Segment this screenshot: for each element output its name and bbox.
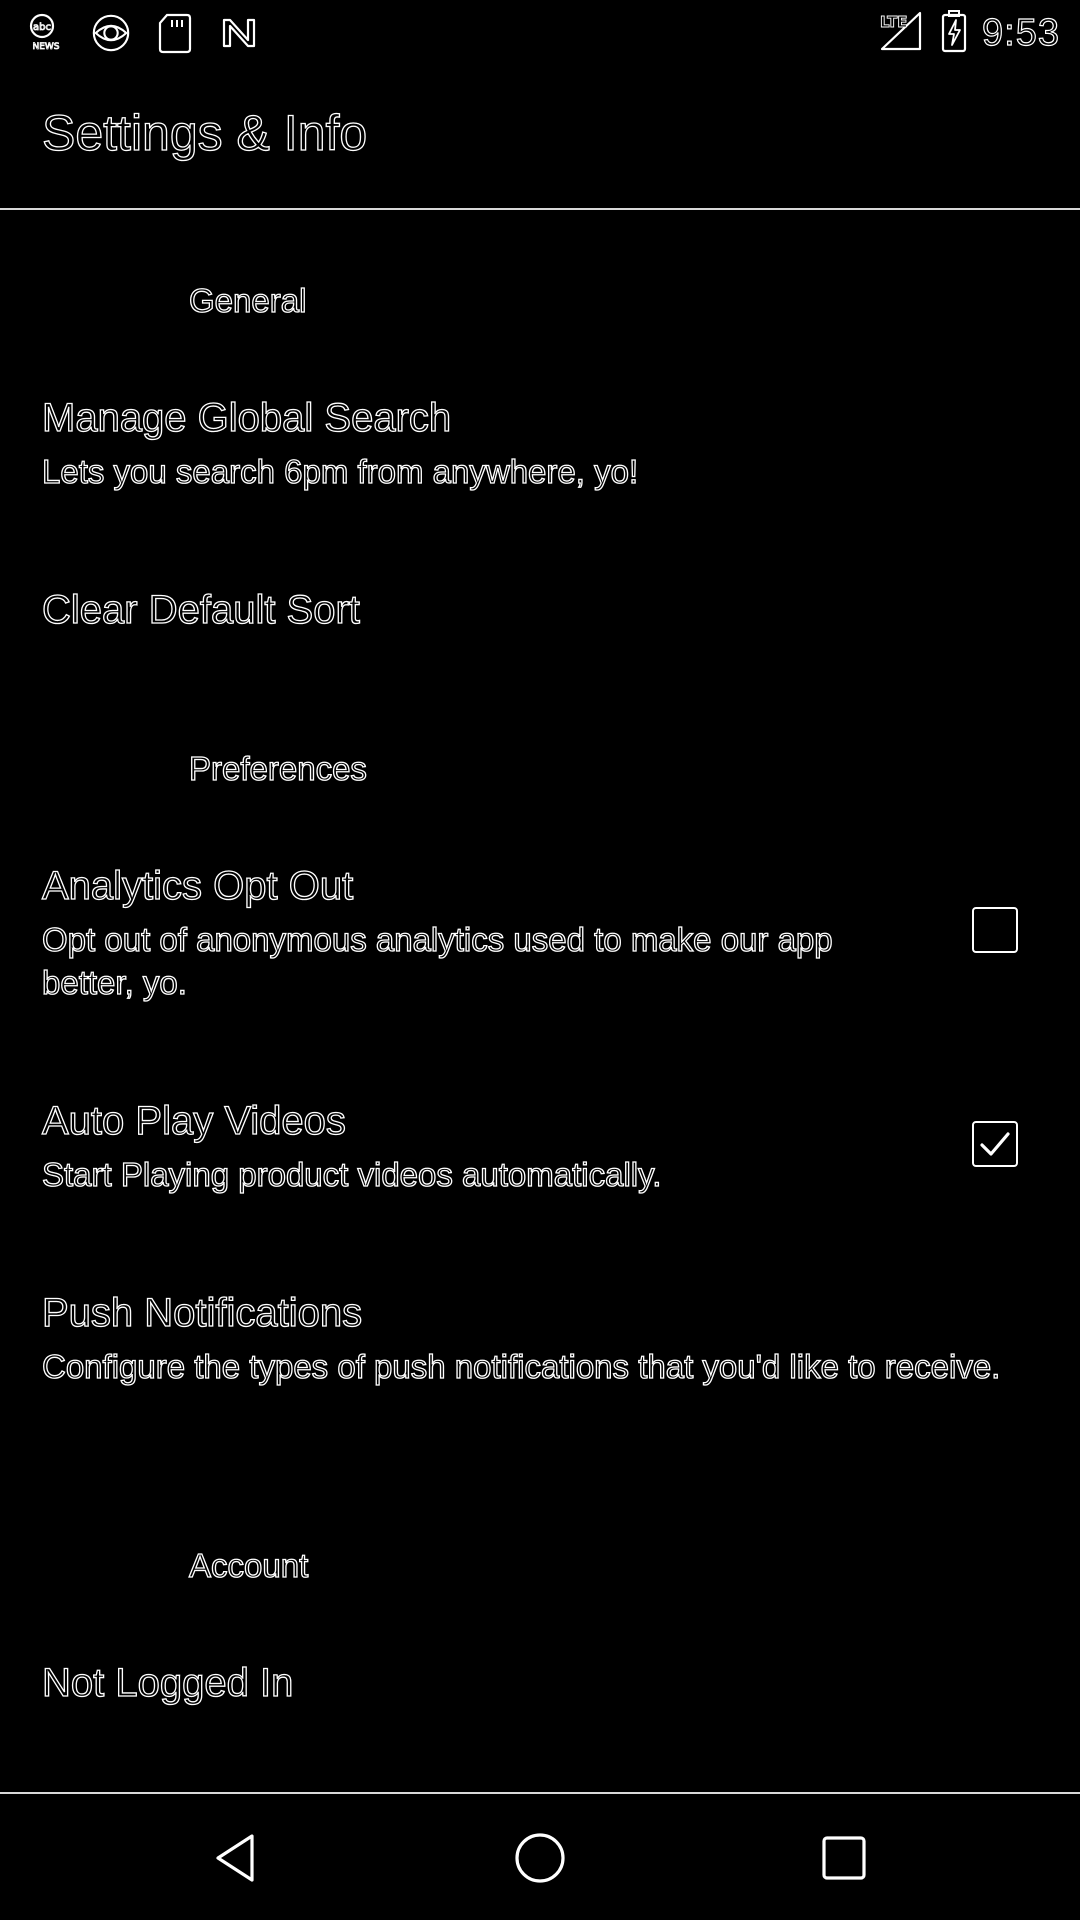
- home-icon: [515, 1833, 565, 1883]
- pref-title: Auto Play Videos: [41, 1099, 346, 1143]
- section-header-preferences: Preferences: [188, 750, 367, 787]
- section-header-general: General: [188, 282, 307, 319]
- pref-summary: Opt out of anonymous analytics used to m…: [41, 920, 833, 1001]
- pref-title: Push Notifications: [41, 1291, 363, 1335]
- app-toolbar: Settings & Info: [0, 66, 1080, 210]
- pref-title: Not Logged In: [41, 1661, 294, 1705]
- battery-charging-icon: [940, 9, 968, 58]
- system-status-icons: LTE 9:53: [876, 8, 1060, 58]
- back-button[interactable]: [196, 1818, 276, 1898]
- notification-icons: abc NEWS: [26, 8, 260, 58]
- pref-summary: Configure the types of push notification…: [41, 1347, 1001, 1385]
- pref-title: Analytics Opt Out: [41, 864, 354, 908]
- system-nav-bar: [0, 1792, 1080, 1920]
- svg-text:LTE: LTE: [880, 13, 908, 31]
- n-icon: [218, 12, 260, 54]
- clock: 9:53: [981, 11, 1060, 54]
- cbs-icon: [90, 12, 132, 54]
- checkmark-icon: [980, 1132, 1010, 1156]
- recents-icon: [822, 1836, 866, 1880]
- pref-title: Manage Global Search: [41, 396, 452, 440]
- status-bar: abc NEWS LTE 9:53: [0, 0, 1080, 66]
- lte-signal-icon: LTE: [876, 9, 926, 58]
- section-header-account: Account: [188, 1547, 309, 1584]
- pref-summary: Lets you search 6pm from anywhere, yo!: [41, 452, 639, 490]
- home-button[interactable]: [500, 1818, 580, 1898]
- abc-news-icon: abc NEWS: [26, 12, 68, 54]
- sd-card-icon: [154, 12, 196, 54]
- auto-play-videos-checkbox[interactable]: [972, 1121, 1018, 1167]
- recents-button[interactable]: [804, 1818, 884, 1898]
- svg-text:NEWS: NEWS: [32, 42, 59, 52]
- pref-summary: Start Playing product videos automatical…: [41, 1155, 662, 1193]
- analytics-opt-out-checkbox[interactable]: [972, 907, 1018, 953]
- pref-title: Clear Default Sort: [41, 588, 360, 632]
- svg-text:abc: abc: [33, 22, 51, 33]
- back-icon: [216, 1834, 254, 1882]
- page-title: Settings & Info: [41, 105, 368, 161]
